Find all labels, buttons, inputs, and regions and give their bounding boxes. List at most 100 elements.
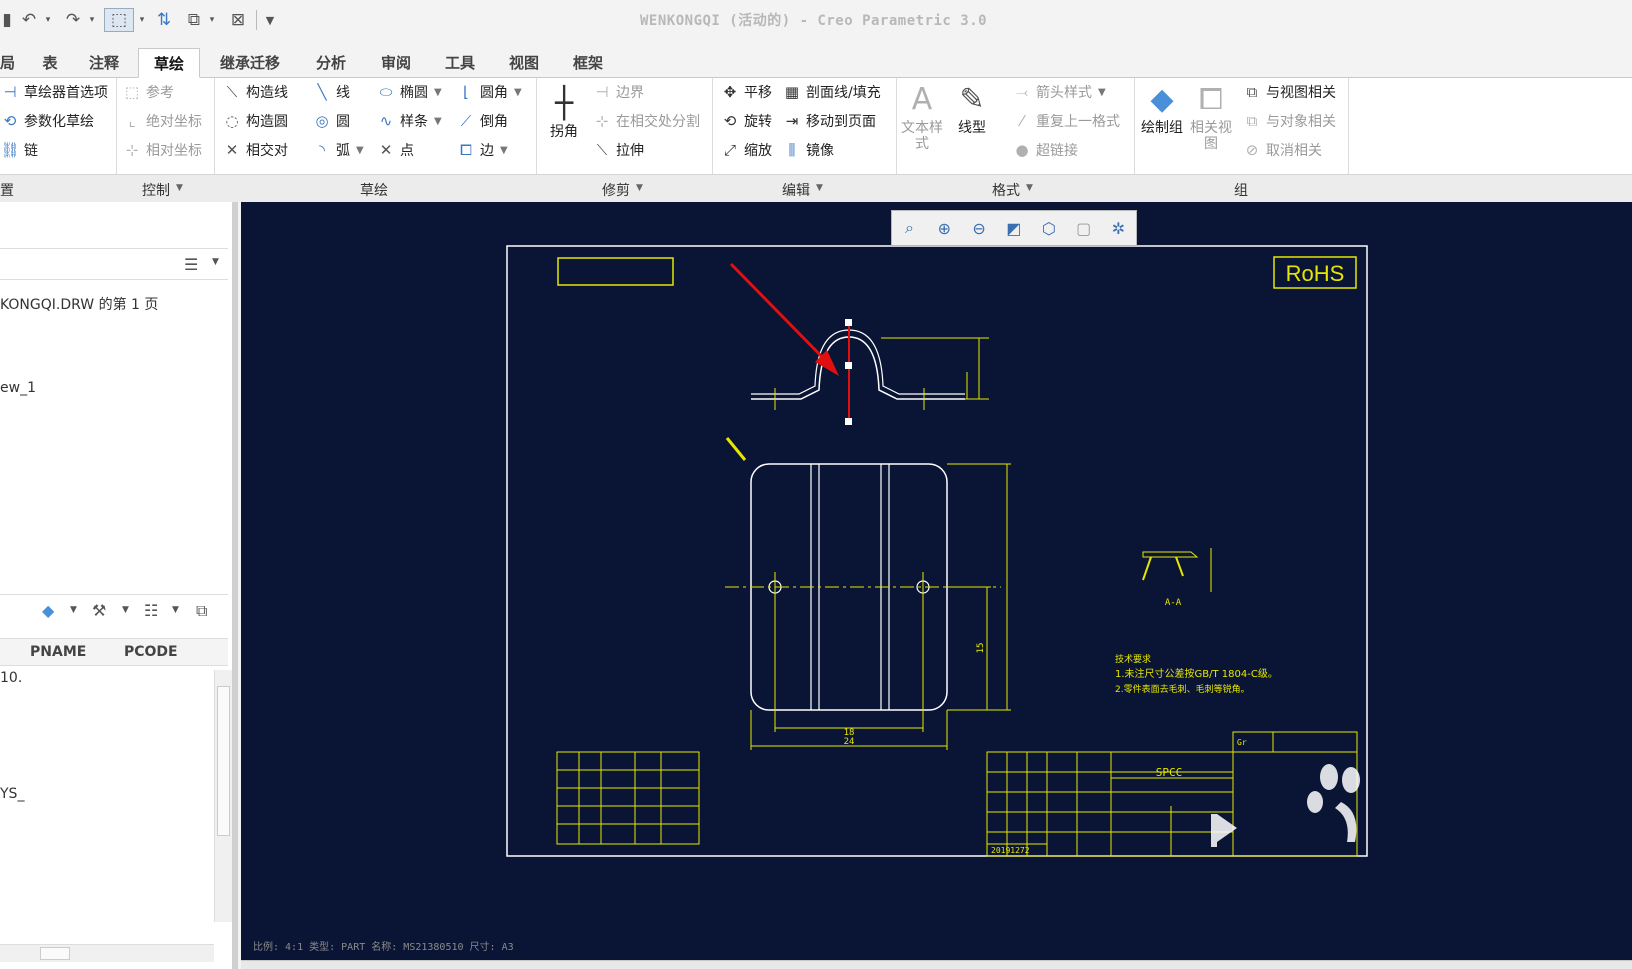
regenerate-icon[interactable]: ⇅ [152, 8, 176, 32]
trim-dropdown-icon[interactable]: ▼ [636, 183, 643, 193]
trim-group-label[interactable]: 修剪 [602, 180, 630, 200]
tools-dropdown-icon[interactable]: ▼ [122, 605, 129, 615]
customize-icon[interactable]: ▼ [262, 8, 278, 32]
horizontal-scrollbar[interactable] [0, 944, 214, 962]
repaint-icon[interactable]: ◩ [1000, 214, 1028, 242]
windows-icon[interactable]: ⧉ [182, 8, 206, 32]
tab-sketch[interactable]: 草绘 [138, 48, 200, 78]
tree-settings-icon[interactable]: ☰ [184, 255, 198, 274]
control-dropdown-icon[interactable]: ▼ [176, 183, 183, 193]
tab-frame[interactable]: 框架 [560, 48, 616, 78]
corner-button[interactable]: ┼ 拐角 [542, 84, 586, 140]
scroll-thumb[interactable] [40, 947, 70, 960]
save-icon[interactable]: ▮ [0, 8, 14, 32]
format-group-label[interactable]: 格式 [992, 180, 1020, 200]
mirror-button[interactable]: ⫼ 镜像 [782, 138, 834, 162]
drawing-sheet[interactable]: RoHS 18 24 15 A-A 技术要求 1.未注尺寸公差按GB/T 180… [241, 202, 1632, 960]
spline-dropdown-icon[interactable]: ▼ [434, 116, 442, 127]
move-to-sheet-button[interactable]: ⇥ 移动到页面 [782, 109, 876, 133]
select-dropdown-icon[interactable]: ▾ [136, 8, 148, 32]
line-style-button[interactable]: ✎ 线型 [950, 80, 994, 136]
ellipse-button[interactable]: ⬭ 椭圆 ▼ [376, 80, 442, 104]
tab-annotate[interactable]: 注释 [78, 48, 130, 78]
hatch-fill-button[interactable]: ▦ 剖面线/填充 [782, 80, 881, 104]
absolute-coord-button[interactable]: ⌞ 绝对坐标 [122, 109, 202, 133]
stretch-button[interactable]: ⟍ 拉伸 [592, 138, 644, 162]
unrelate-button[interactable]: ⊘ 取消相关 [1242, 138, 1322, 162]
chamfer-button[interactable]: ⟋ 倒角 [456, 109, 508, 133]
tree-settings-dropdown-icon[interactable]: ▼ [212, 257, 219, 267]
format-dropdown-icon[interactable]: ▼ [1026, 183, 1033, 193]
table-row[interactable]: YS_ [0, 786, 24, 802]
rotate-button[interactable]: ⟲ 旋转 [720, 109, 772, 133]
edge-button[interactable]: ⧠ 边 ▼ [456, 138, 508, 162]
redo-dropdown-icon[interactable]: ▾ [86, 8, 98, 32]
column-pname[interactable]: PNAME [30, 644, 86, 660]
fillet-button[interactable]: ⌊ 圆角 ▼ [456, 80, 522, 104]
sketcher-preferences-button[interactable]: ⊣ 草绘器首选项 [0, 80, 108, 104]
tree-item-view[interactable]: ew_1 [0, 380, 36, 396]
relative-coord-button[interactable]: ⊹ 相对坐标 [122, 138, 202, 162]
close-window-icon[interactable]: ⊠ [226, 8, 250, 32]
relate-to-object-button[interactable]: ⧉ 与对象相关 [1242, 109, 1336, 133]
layer-dropdown-icon[interactable]: ▼ [70, 605, 77, 615]
arc-dropdown-icon[interactable]: ▼ [356, 145, 364, 156]
zoom-out-icon[interactable]: ⊖ [965, 214, 993, 242]
ellipse-dropdown-icon[interactable]: ▼ [434, 87, 442, 98]
divide-at-intersection-button[interactable]: ⊹ 在相交处分割 [592, 109, 700, 133]
construction-circle-button[interactable]: ◌ 构造圆 [222, 109, 288, 133]
tab-layout[interactable]: 局 [0, 48, 22, 78]
tab-view[interactable]: 视图 [496, 48, 552, 78]
scroll-thumb[interactable] [217, 686, 230, 836]
display-style-icon[interactable]: ⬡ [1035, 214, 1063, 242]
table-row[interactable]: 10. [0, 670, 22, 686]
undo-dropdown-icon[interactable]: ▾ [42, 8, 54, 32]
arrow-style-button[interactable]: ⤙ 箭头样式 ▼ [1012, 80, 1106, 104]
construction-line-button[interactable]: ⟍ 构造线 [222, 80, 288, 104]
scale-button[interactable]: ⤢ 缩放 [720, 138, 772, 162]
list-dropdown-icon[interactable]: ▼ [172, 605, 179, 615]
tab-analysis[interactable]: 分析 [302, 48, 360, 78]
edit-dropdown-icon[interactable]: ▼ [816, 183, 823, 193]
reference-button[interactable]: ⬚ 参考 [122, 80, 174, 104]
undo-icon[interactable]: ↶ [16, 8, 42, 32]
parametric-sketch-button[interactable]: ⟲ 参数化草绘 [0, 109, 94, 133]
draw-group-button[interactable]: ◆ 绘制组 [1140, 80, 1184, 136]
layer-icon[interactable]: ◆ [42, 601, 54, 620]
select-box-icon[interactable]: ⬚ [104, 8, 134, 32]
text-style-button[interactable]: A 文本样式 [900, 80, 944, 152]
hyperlink-button[interactable]: ● 超链接 [1012, 138, 1078, 162]
zoom-in-icon[interactable]: ⊕ [930, 214, 958, 242]
control-group-label[interactable]: 控制 [142, 180, 170, 200]
arc-button[interactable]: ◝ 弧 ▼ [312, 138, 364, 162]
arrow-style-dropdown-icon[interactable]: ▼ [1098, 87, 1106, 98]
edge-dropdown-icon[interactable]: ▼ [500, 145, 508, 156]
spline-button[interactable]: ∿ 样条 ▼ [376, 109, 442, 133]
tab-table[interactable]: 表 [30, 48, 70, 78]
filter-icon[interactable]: ⧉ [196, 601, 207, 621]
tools-icon[interactable]: ⚒ [92, 601, 106, 620]
translate-button[interactable]: ✥ 平移 [720, 80, 772, 104]
redo-icon[interactable]: ↷ [60, 8, 86, 32]
intersect-pair-button[interactable]: ✕ 相交对 [222, 138, 288, 162]
chain-button[interactable]: ⛓ 链 [0, 138, 38, 162]
windows-dropdown-icon[interactable]: ▾ [206, 8, 218, 32]
column-pcode[interactable]: PCODE [124, 644, 178, 660]
point-button[interactable]: ✕ 点 [376, 138, 414, 162]
tab-legacy-migration[interactable]: 继承迁移 [208, 48, 292, 78]
edit-group-label[interactable]: 编辑 [782, 180, 810, 200]
saved-views-icon[interactable]: ▢ [1070, 214, 1098, 242]
tab-tools[interactable]: 工具 [432, 48, 488, 78]
relate-to-view-button[interactable]: ⧉ 与视图相关 [1242, 80, 1336, 104]
tree-item-sheet[interactable]: KONGQI.DRW 的第 1 页 [0, 294, 158, 314]
repeat-format-button[interactable]: ⁄ 重复上一格式 [1012, 109, 1120, 133]
datum-display-icon[interactable]: ✲ [1104, 214, 1132, 242]
related-view-button[interactable]: ⧠ 相关视图 [1188, 80, 1234, 152]
fillet-dropdown-icon[interactable]: ▼ [514, 87, 522, 98]
list-icon[interactable]: ☷ [144, 601, 158, 620]
refit-icon[interactable]: ⌕ [895, 214, 923, 242]
boundary-button[interactable]: ⊣ 边界 [592, 80, 644, 104]
tab-review[interactable]: 审阅 [368, 48, 424, 78]
vertical-scrollbar[interactable] [214, 670, 232, 922]
drawing-canvas[interactable]: RoHS 18 24 15 A-A 技术要求 1.未注尺寸公差按GB/T 180… [241, 202, 1632, 960]
